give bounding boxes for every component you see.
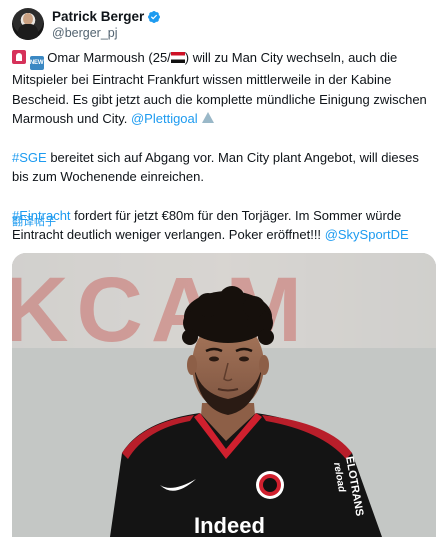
tweet-paragraph-3: #Eintracht fordert für jetzt €80m für de… — [12, 206, 432, 245]
tweet-text: NEW Omar Marmoush (25/) will zu Man City… — [12, 48, 432, 245]
verified-badge-icon — [148, 10, 161, 23]
hashtag-sge-link[interactable]: #SGE — [12, 150, 47, 165]
tweet-paragraph-1: NEW Omar Marmoush (25/) will zu Man City… — [12, 48, 432, 129]
egypt-flag-icon — [170, 52, 185, 63]
tweet-media-photo[interactable]: KCAM Indeed ELOTRANS reload — [12, 253, 436, 537]
author-handle[interactable]: @berger_pj — [52, 26, 118, 40]
mention-skysportde-link[interactable]: @SkySportDE — [325, 227, 409, 242]
avatar[interactable] — [12, 8, 44, 40]
new-emoji-icon: NEW — [29, 56, 44, 70]
player-photo: KCAM Indeed ELOTRANS reload — [12, 253, 436, 537]
translate-post-link[interactable]: 翻译帖子 — [12, 213, 56, 233]
p2-text: bereitet sich auf Abgang vor. Man City p… — [12, 149, 419, 185]
tweet-card[interactable]: Patrick Berger @berger_pj NEW Omar Marmo… — [0, 0, 438, 537]
tweet-paragraph-2: #SGE bereitet sich auf Abgang vor. Man C… — [12, 148, 432, 187]
name-row: Patrick Berger — [52, 9, 161, 24]
siren-emoji-icon — [12, 50, 26, 64]
tweet-header: Patrick Berger @berger_pj — [12, 8, 432, 42]
jersey-sponsor-text: Indeed — [194, 513, 265, 537]
p1-text-a: Omar Marmoush (25/ — [47, 50, 171, 65]
mountain-emoji-icon — [201, 112, 215, 124]
mention-plettigoal-link[interactable]: @Plettigoal — [131, 111, 198, 126]
avatar-body — [18, 24, 38, 40]
author-display-name[interactable]: Patrick Berger — [52, 9, 144, 24]
